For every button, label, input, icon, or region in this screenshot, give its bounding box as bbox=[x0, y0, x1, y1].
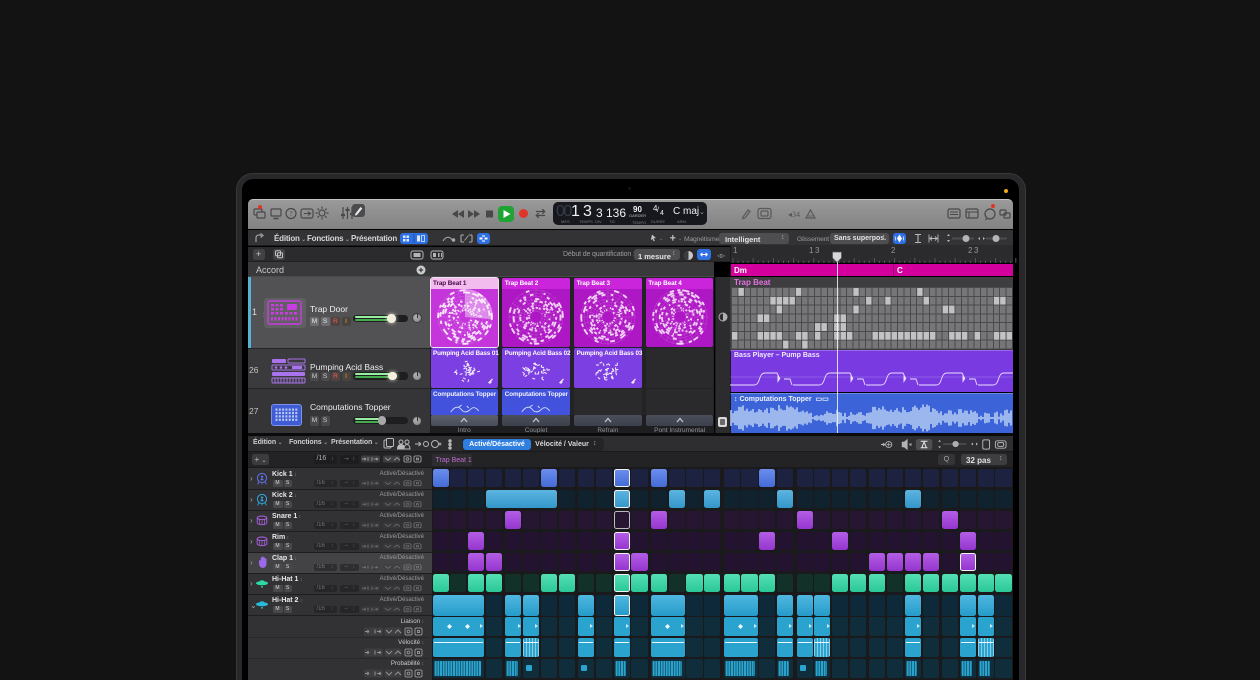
svg-text:?: ? bbox=[289, 210, 292, 218]
svg-text:◂34: ◂34 bbox=[788, 210, 800, 219]
svg-text:⌄: ⌄ bbox=[678, 237, 682, 242]
svg-text:⌄: ⌄ bbox=[659, 237, 663, 242]
